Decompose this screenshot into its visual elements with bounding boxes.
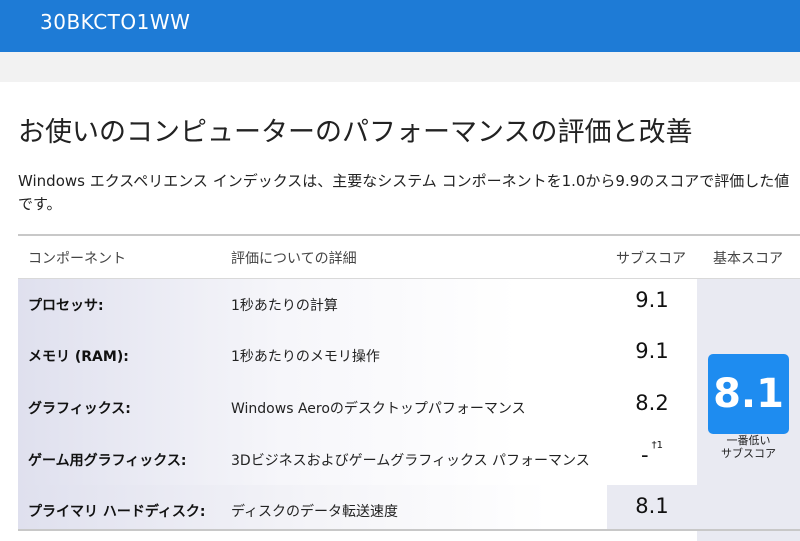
detail-text: 3Dビジネスおよびゲームグラフィックス パフォーマンス xyxy=(231,453,590,469)
subscore-value: 9.1 xyxy=(635,288,669,312)
table-row-gaming-graphics: ゲーム用グラフィックス: 3Dビジネスおよびゲームグラフィックス パフォーマンス… xyxy=(18,434,697,486)
score-table: コンポーネント 評価についての詳細 サブスコア 基本スコア プロセッサ: 1秒あ… xyxy=(18,234,800,541)
subscore-value: 8.2 xyxy=(635,391,669,415)
subscore-value: - †1 xyxy=(641,440,663,467)
detail-text: Windows Aeroのデスクトップパフォーマンス xyxy=(231,401,526,417)
detail-text: ディスクのデータ転送速度 xyxy=(231,504,399,520)
footnote-link[interactable]: †1 xyxy=(652,440,663,451)
page-description: Windows エクスペリエンス インデックスは、主要なシステム コンポーネント… xyxy=(18,172,790,213)
page-title: お使いのコンピューターのパフォーマンスの評価と改善 xyxy=(18,117,693,148)
component-label: メモリ (RAM): xyxy=(28,349,129,365)
component-label: ゲーム用グラフィックス: xyxy=(28,453,187,469)
machine-name: 30BKCTO1WW xyxy=(40,10,191,34)
base-score-caption: 一番低い サブスコア xyxy=(721,434,776,460)
subscore-value: 9.1 xyxy=(635,339,669,363)
table-header: コンポーネント 評価についての詳細 サブスコア 基本スコア xyxy=(18,236,800,279)
header-detail: 評価についての詳細 xyxy=(231,251,357,267)
sub-header-band xyxy=(0,52,800,82)
header-subscore: サブスコア xyxy=(616,251,686,267)
header-base-score: 基本スコア xyxy=(713,251,783,267)
table-row-graphics: グラフィックス: Windows Aeroのデスクトップパフォーマンス 8.2 xyxy=(18,382,697,434)
component-label: グラフィックス: xyxy=(28,401,131,417)
detail-text: 1秒あたりの計算 xyxy=(231,298,338,314)
table-row-memory: メモリ (RAM): 1秒あたりのメモリ操作 9.1 xyxy=(18,330,697,382)
table-row-processor: プロセッサ: 1秒あたりの計算 9.1 xyxy=(18,279,697,331)
header-component: コンポーネント xyxy=(28,251,126,267)
top-header-bar: 30BKCTO1WW xyxy=(0,0,800,52)
table-bottom-border xyxy=(18,529,800,531)
base-score-badge: 8.1 xyxy=(708,354,789,434)
component-label: プライマリ ハードディスク: xyxy=(28,504,206,520)
subscore-value: 8.1 xyxy=(635,494,669,518)
component-label: プロセッサ: xyxy=(28,298,104,314)
detail-text: 1秒あたりのメモリ操作 xyxy=(231,349,380,365)
